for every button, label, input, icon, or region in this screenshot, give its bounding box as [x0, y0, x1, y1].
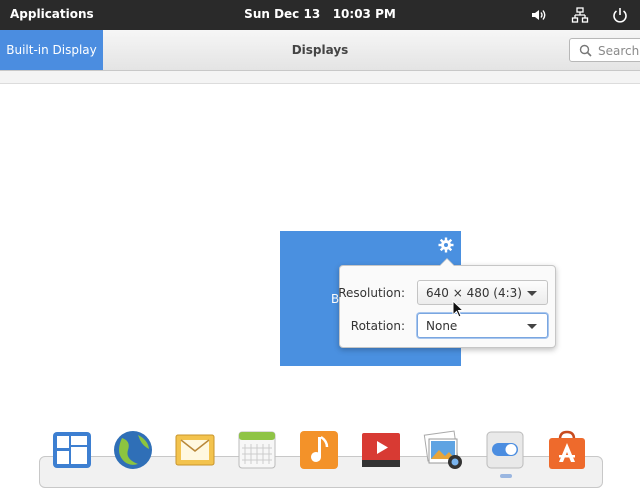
web-browser-icon[interactable]	[112, 429, 154, 471]
resolution-dropdown[interactable]: 640 × 480 (4:3)	[417, 280, 548, 305]
sidebar-item-built-in-display[interactable]: Built-in Display	[0, 30, 103, 70]
search-icon	[579, 44, 592, 57]
appcenter-icon[interactable]	[546, 429, 588, 471]
chevron-down-icon	[527, 324, 537, 329]
gear-icon[interactable]	[438, 237, 454, 256]
search-input[interactable]: Search	[569, 38, 640, 62]
chevron-down-icon	[527, 291, 537, 296]
volume-icon[interactable]	[530, 6, 548, 24]
display-settings-popover: Resolution: 640 × 480 (4:3) Rotation: No…	[338, 258, 556, 348]
music-icon[interactable]	[298, 429, 340, 471]
network-icon[interactable]	[571, 6, 589, 24]
system-settings-icon[interactable]	[484, 429, 526, 471]
multitasking-view-icon[interactable]	[51, 429, 93, 471]
running-indicator	[500, 474, 512, 478]
top-panel: Applications Sun Dec 13 10:03 PM	[0, 0, 640, 30]
search-placeholder: Search	[598, 44, 640, 58]
mail-icon[interactable]	[174, 429, 216, 471]
header-bar: Built-in Display Displays Search	[0, 30, 640, 71]
rotation-label: Rotation:	[350, 319, 405, 333]
resolution-label: Resolution:	[338, 286, 405, 300]
photos-icon[interactable]	[422, 429, 464, 471]
videos-icon[interactable]	[360, 429, 402, 471]
toolbar-strip	[0, 71, 640, 84]
power-icon[interactable]	[611, 6, 629, 24]
resolution-value: 640 × 480 (4:3)	[426, 286, 522, 300]
calendar-icon[interactable]	[236, 429, 278, 471]
rotation-value: None	[426, 319, 458, 333]
rotation-dropdown[interactable]: None	[417, 313, 548, 338]
mouse-cursor-icon	[452, 300, 464, 318]
